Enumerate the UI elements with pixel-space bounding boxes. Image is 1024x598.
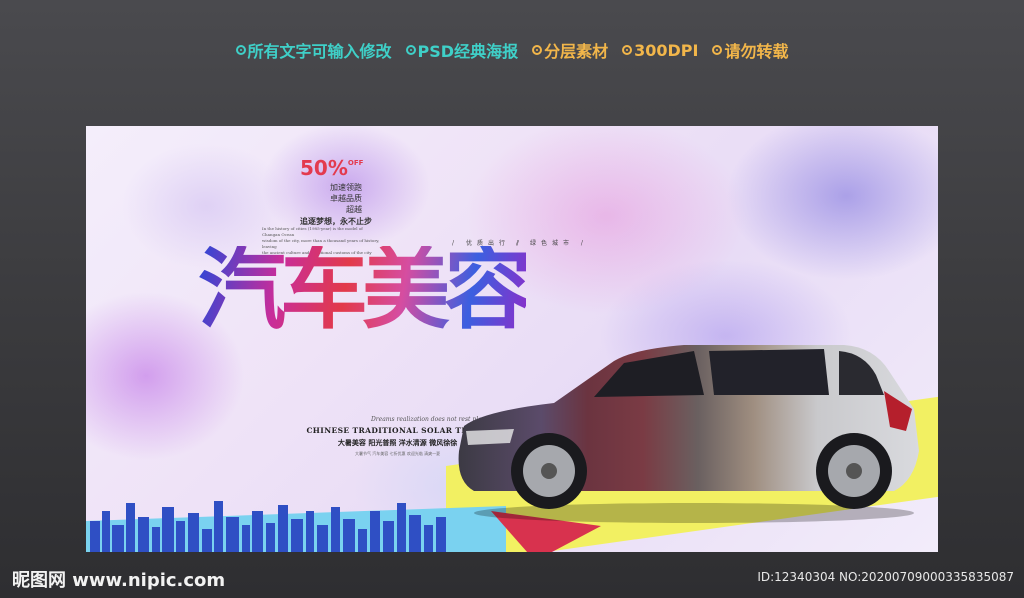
feature-item: PSD经典海报	[405, 38, 519, 62]
city-skyline-icon	[90, 501, 446, 552]
bullet-icon	[235, 45, 246, 55]
main-title: 汽车美容	[198, 238, 532, 341]
tag-lines: 加速领跑 卓越品质 超越	[314, 182, 362, 215]
site-watermark: 昵图网 www.nipic.com	[12, 570, 226, 591]
id-watermark: ID:12340304 NO:20200709000335835087	[757, 570, 1014, 584]
tag-char: 色	[540, 240, 552, 247]
tag-char: 绿	[529, 240, 541, 247]
tag-line: 超越	[346, 205, 362, 214]
tag-char: 市	[562, 240, 574, 247]
feature-text: 分层素材	[544, 42, 609, 61]
small-text: In the history of cities (1985-year) is …	[262, 226, 363, 237]
poster: 50%OFF 加速领跑 卓越品质 超越 追逐梦想，永不止步 In the his…	[86, 126, 938, 552]
car-image	[458, 345, 919, 523]
tag-char: 城	[551, 240, 563, 247]
feature-bar: 所有文字可输入修改 PSD经典海报 分层素材 300DPI 请勿转载	[0, 38, 1024, 62]
tag-line: 加速领跑	[330, 183, 362, 192]
discount-tag: 50%OFF	[300, 156, 363, 180]
feature-text: PSD经典海报	[417, 42, 519, 61]
feature-item: 所有文字可输入修改	[235, 38, 392, 62]
bullet-icon	[622, 45, 633, 55]
discount-suffix: OFF	[347, 159, 364, 167]
feature-item: 分层素材	[532, 38, 608, 62]
tags-right-2: / 绿色城市 /	[516, 240, 588, 247]
bullet-icon	[405, 45, 416, 55]
feature-text: 300DPI	[634, 40, 699, 60]
feature-item: 请勿转载	[712, 38, 788, 62]
bullet-icon	[532, 45, 543, 55]
tag-line: 卓越品质	[330, 194, 362, 203]
feature-item: 300DPI	[622, 38, 698, 62]
feature-text: 所有文字可输入修改	[247, 42, 392, 61]
feature-text: 请勿转载	[724, 42, 789, 61]
discount-value: 50%	[300, 156, 348, 180]
bullet-icon	[712, 45, 723, 55]
